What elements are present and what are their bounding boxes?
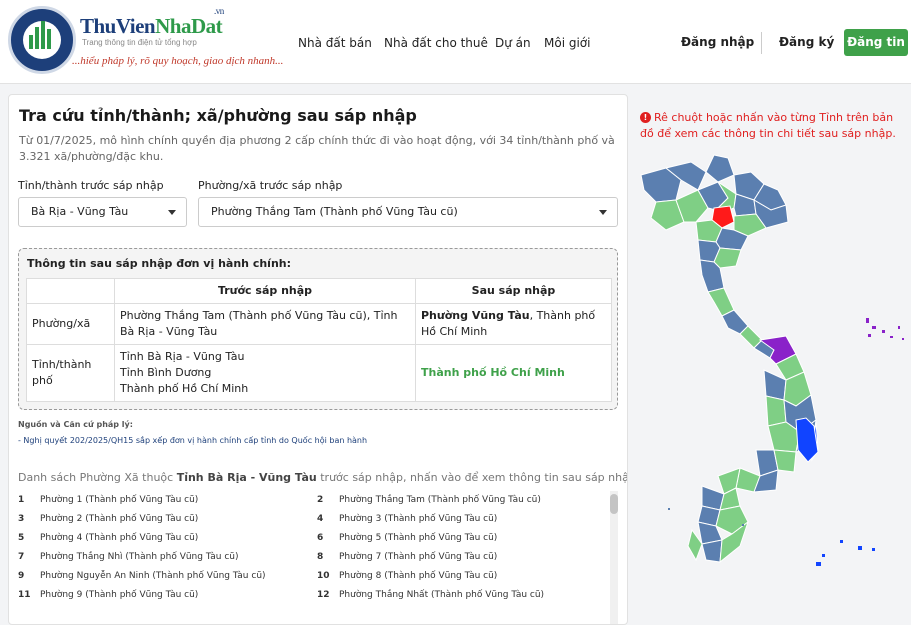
province-before-2: Tỉnh Bình Dương	[120, 366, 212, 379]
list-item-number: 3	[18, 514, 25, 524]
source-title: Nguồn và Căn cứ pháp lý:	[18, 420, 133, 429]
list-item-name: Phường 4 (Thành phố Vũng Tàu cũ)	[40, 533, 199, 543]
ward-label: Phường/xã trước sáp nhập	[198, 179, 343, 192]
table-header-after: Sau sáp nhập	[415, 278, 612, 304]
list-item-number: 6	[317, 533, 324, 543]
chevron-down-icon	[599, 210, 607, 215]
list-item-number: 7	[18, 552, 25, 562]
province-label: Tỉnh/thành trước sáp nhập	[18, 179, 164, 192]
row-label-ward: Phường/xã	[26, 303, 115, 345]
list-item-name: Phường 2 (Thành phố Vũng Tàu cũ)	[40, 514, 199, 524]
table-row: Phường/xã Phường Thắng Tam (Thành phố Vũ…	[26, 303, 612, 345]
ward-select-value: Phường Thắng Tam (Thành phố Vũng Tàu cũ)	[211, 205, 458, 218]
list-item-name: Phường 3 (Thành phố Vũng Tàu cũ)	[339, 514, 498, 524]
ward-list-province: Tỉnh Bà Rịa - Vũng Tàu	[176, 471, 317, 484]
list-item-number: 5	[18, 533, 25, 543]
list-item-name: Phường 5 (Thành phố Vũng Tàu cũ)	[339, 533, 498, 543]
source-resolution-link[interactable]: - Nghị quyết 202/2025/QH15 sắp xếp đơn v…	[18, 436, 367, 445]
list-item-name: Phường 1 (Thành phố Vũng Tàu cũ)	[40, 495, 199, 505]
list-item-name: Phường Thắng Tam (Thành phố Vũng Tàu cũ)	[339, 495, 541, 505]
list-item-name: Phường 7 (Thành phố Vũng Tàu cũ)	[339, 552, 498, 562]
vietnam-province-map[interactable]	[636, 150, 911, 625]
ward-list-title: Danh sách Phường Xã thuộc Tỉnh Bà Rịa - …	[18, 471, 628, 484]
ward-list: 1 Phường 1 (Thành phố Vũng Tàu cũ) 2 Phườn…	[9, 491, 619, 624]
login-link[interactable]: Đăng nhập	[681, 35, 754, 49]
province-after-cell: Thành phố Hồ Chí Minh	[415, 344, 612, 402]
brand-text-a: ThuVien	[80, 14, 156, 38]
list-item-number: 4	[317, 514, 324, 524]
province-before-cell: Tỉnh Bà Rịa - Vũng Tàu Tỉnh Bình Dương T…	[114, 344, 416, 402]
nav-nha-dat-cho-thue[interactable]: Nhà đất cho thuê	[384, 36, 488, 50]
lookup-card: Tra cứu tỉnh/thành; xã/phường sau sáp nh…	[8, 94, 628, 625]
brand-text-b: NhaDat	[155, 14, 223, 38]
list-item-name: Phường Thắng Nhất (Thành phố Vũng Tàu cũ…	[339, 590, 545, 600]
nav-du-an[interactable]: Dự án	[495, 36, 531, 50]
ward-after-name: Phường Vũng Tàu	[421, 309, 530, 322]
map-instruction-text: Rê chuột hoặc nhấn vào từng Tỉnh trên bả…	[640, 111, 896, 140]
list-item-number: 1	[18, 495, 25, 505]
list-item-name: Phường 8 (Thành phố Vũng Tàu cũ)	[339, 571, 498, 581]
row-label-province: Tỉnh/thành phố	[26, 344, 115, 402]
list-item-name: Phường Nguyễn An Ninh (Thành phố Vũng Tà…	[40, 571, 266, 581]
list-item-name: Phường 9 (Thành phố Vũng Tàu cũ)	[40, 590, 199, 600]
list-item-number: 8	[317, 552, 324, 562]
list-item-name: Phường Thắng Nhì (Thành phố Vũng Tàu cũ)	[40, 552, 239, 562]
province-select[interactable]: Bà Rịa - Vũng Tàu	[18, 197, 187, 227]
merge-info-table: Trước sáp nhập Sau sáp nhập Phường/xã Ph…	[26, 278, 612, 402]
list-item-number: 9	[18, 571, 25, 581]
list-item-number: 2	[317, 495, 324, 505]
post-listing-button[interactable]: Đăng tin	[844, 29, 908, 56]
map-instruction: ! Rê chuột hoặc nhấn vào từng Tỉnh trên b…	[640, 110, 908, 142]
ward-before-cell: Phường Thắng Tam (Thành phố Vũng Tàu cũ)…	[114, 303, 416, 345]
brand-suffix: .vn	[214, 6, 224, 16]
logo-seal[interactable]	[8, 6, 76, 74]
table-header-before: Trước sáp nhập	[114, 278, 416, 304]
site-header: ThuVienNhaDat .vn Trang thông tin điện t…	[0, 0, 911, 84]
ward-after-cell: Phường Vũng Tàu, Thành phố Hồ Chí Minh	[415, 303, 612, 345]
page-description: Từ 01/7/2025, mô hình chính quyền địa ph…	[19, 134, 615, 163]
merge-info-box: Thông tin sau sáp nhập đơn vị hành chính…	[18, 248, 618, 410]
province-before-1: Tỉnh Bà Rịa - Vũng Tàu	[120, 350, 245, 363]
brand-subtitle: Trang thông tin điện tử tổng hợp	[82, 38, 197, 47]
list-item-number: 12	[317, 590, 330, 600]
province-before-3: Thành phố Hồ Chí Minh	[120, 382, 249, 395]
nav-moi-gioi[interactable]: Môi giới	[544, 36, 590, 50]
ward-list-scroll-thumb[interactable]	[610, 494, 618, 514]
map-province[interactable]	[765, 395, 787, 427]
ward-select[interactable]: Phường Thắng Tam (Thành phố Vũng Tàu cũ)	[198, 197, 618, 227]
ward-list-title-pre: Danh sách Phường Xã thuộc	[18, 471, 177, 484]
province-select-value: Bà Rịa - Vũng Tàu	[31, 205, 129, 218]
table-header-row: Trước sáp nhập Sau sáp nhập	[26, 278, 612, 304]
map-province[interactable]	[705, 154, 735, 183]
table-header-empty	[26, 278, 115, 304]
page-title: Tra cứu tỉnh/thành; xã/phường sau sáp nh…	[19, 106, 417, 125]
merge-info-title: Thông tin sau sáp nhập đơn vị hành chính…	[27, 257, 291, 270]
map-province[interactable]	[701, 539, 723, 563]
alert-icon: !	[640, 112, 651, 123]
header-divider	[761, 32, 762, 54]
slogan: ...hiểu pháp lý, rõ quy hoạch, giao dịch…	[72, 55, 284, 67]
table-row: Tỉnh/thành phố Tỉnh Bà Rịa - Vũng Tàu Tỉ…	[26, 344, 612, 402]
ward-list-title-post: trước sáp nhập, nhấn vào để xem thông ti…	[316, 471, 628, 484]
nav-nha-dat-ban[interactable]: Nhà đất bán	[298, 36, 372, 50]
brand-logo[interactable]: ThuVienNhaDat .vn	[80, 6, 224, 39]
list-item-number: 11	[18, 590, 31, 600]
map-province[interactable]	[773, 449, 797, 473]
chevron-down-icon	[168, 210, 176, 215]
list-item-number: 10	[317, 571, 330, 581]
register-link[interactable]: Đăng ký	[779, 35, 834, 49]
